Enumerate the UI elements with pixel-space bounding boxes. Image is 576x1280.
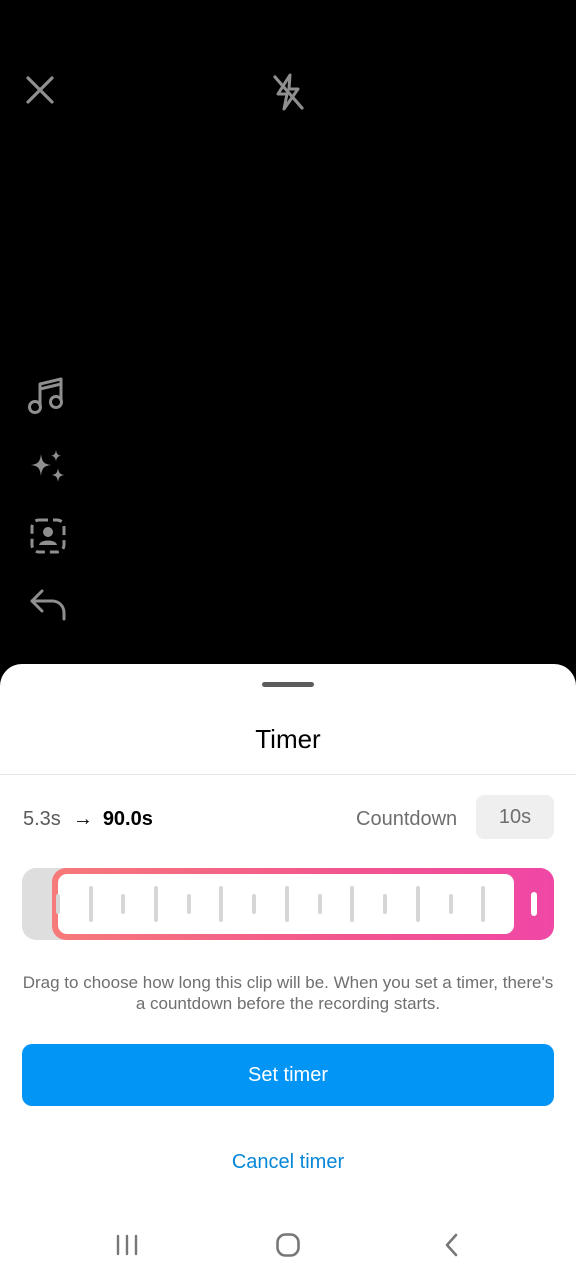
music-button[interactable] <box>24 372 68 418</box>
home-button[interactable] <box>265 1222 311 1268</box>
undo-button[interactable] <box>26 584 70 624</box>
back-button[interactable] <box>428 1222 474 1268</box>
clip-length-slider[interactable] <box>22 868 554 940</box>
close-button[interactable] <box>20 70 60 110</box>
undo-icon <box>30 589 66 621</box>
effects-button[interactable] <box>24 444 70 488</box>
flash-toggle-button[interactable] <box>266 70 310 114</box>
timer-bottom-sheet: Timer 5.3s → 90.0s Countdown 10s Drag to… <box>0 664 576 1280</box>
arrow-right-icon: → <box>72 807 93 830</box>
back-icon <box>445 1233 458 1257</box>
divider <box>0 774 576 775</box>
timer-description: Drag to choose how long this clip will b… <box>22 973 554 1013</box>
recent-apps-icon <box>116 1234 138 1256</box>
slider-ticks <box>56 886 485 922</box>
sheet-drag-handle[interactable] <box>262 682 314 687</box>
range-start-value: 5.3s <box>23 807 61 830</box>
system-navigation-bar <box>0 1212 576 1280</box>
music-icon <box>28 377 63 414</box>
effects-sparkle-icon <box>31 450 64 482</box>
flash-off-icon <box>273 73 304 111</box>
duration-range: 5.3s → 90.0s <box>23 804 153 834</box>
range-end-value: 90.0s <box>102 807 153 830</box>
countdown-label: Countdown <box>356 808 458 830</box>
set-timer-button[interactable]: Set timer <box>22 1044 554 1106</box>
portrait-mode-icon <box>30 518 66 554</box>
camera-viewfinder <box>0 0 576 680</box>
cancel-timer-button[interactable]: Cancel timer <box>168 1142 408 1182</box>
portrait-mode-button[interactable] <box>26 514 70 558</box>
home-icon <box>276 1233 300 1257</box>
close-icon <box>26 76 54 104</box>
slider-end-handle[interactable] <box>531 892 537 916</box>
sheet-title: Timer <box>255 724 321 754</box>
recent-apps-button[interactable] <box>104 1222 150 1268</box>
countdown-selector[interactable]: 10s <box>476 795 554 839</box>
